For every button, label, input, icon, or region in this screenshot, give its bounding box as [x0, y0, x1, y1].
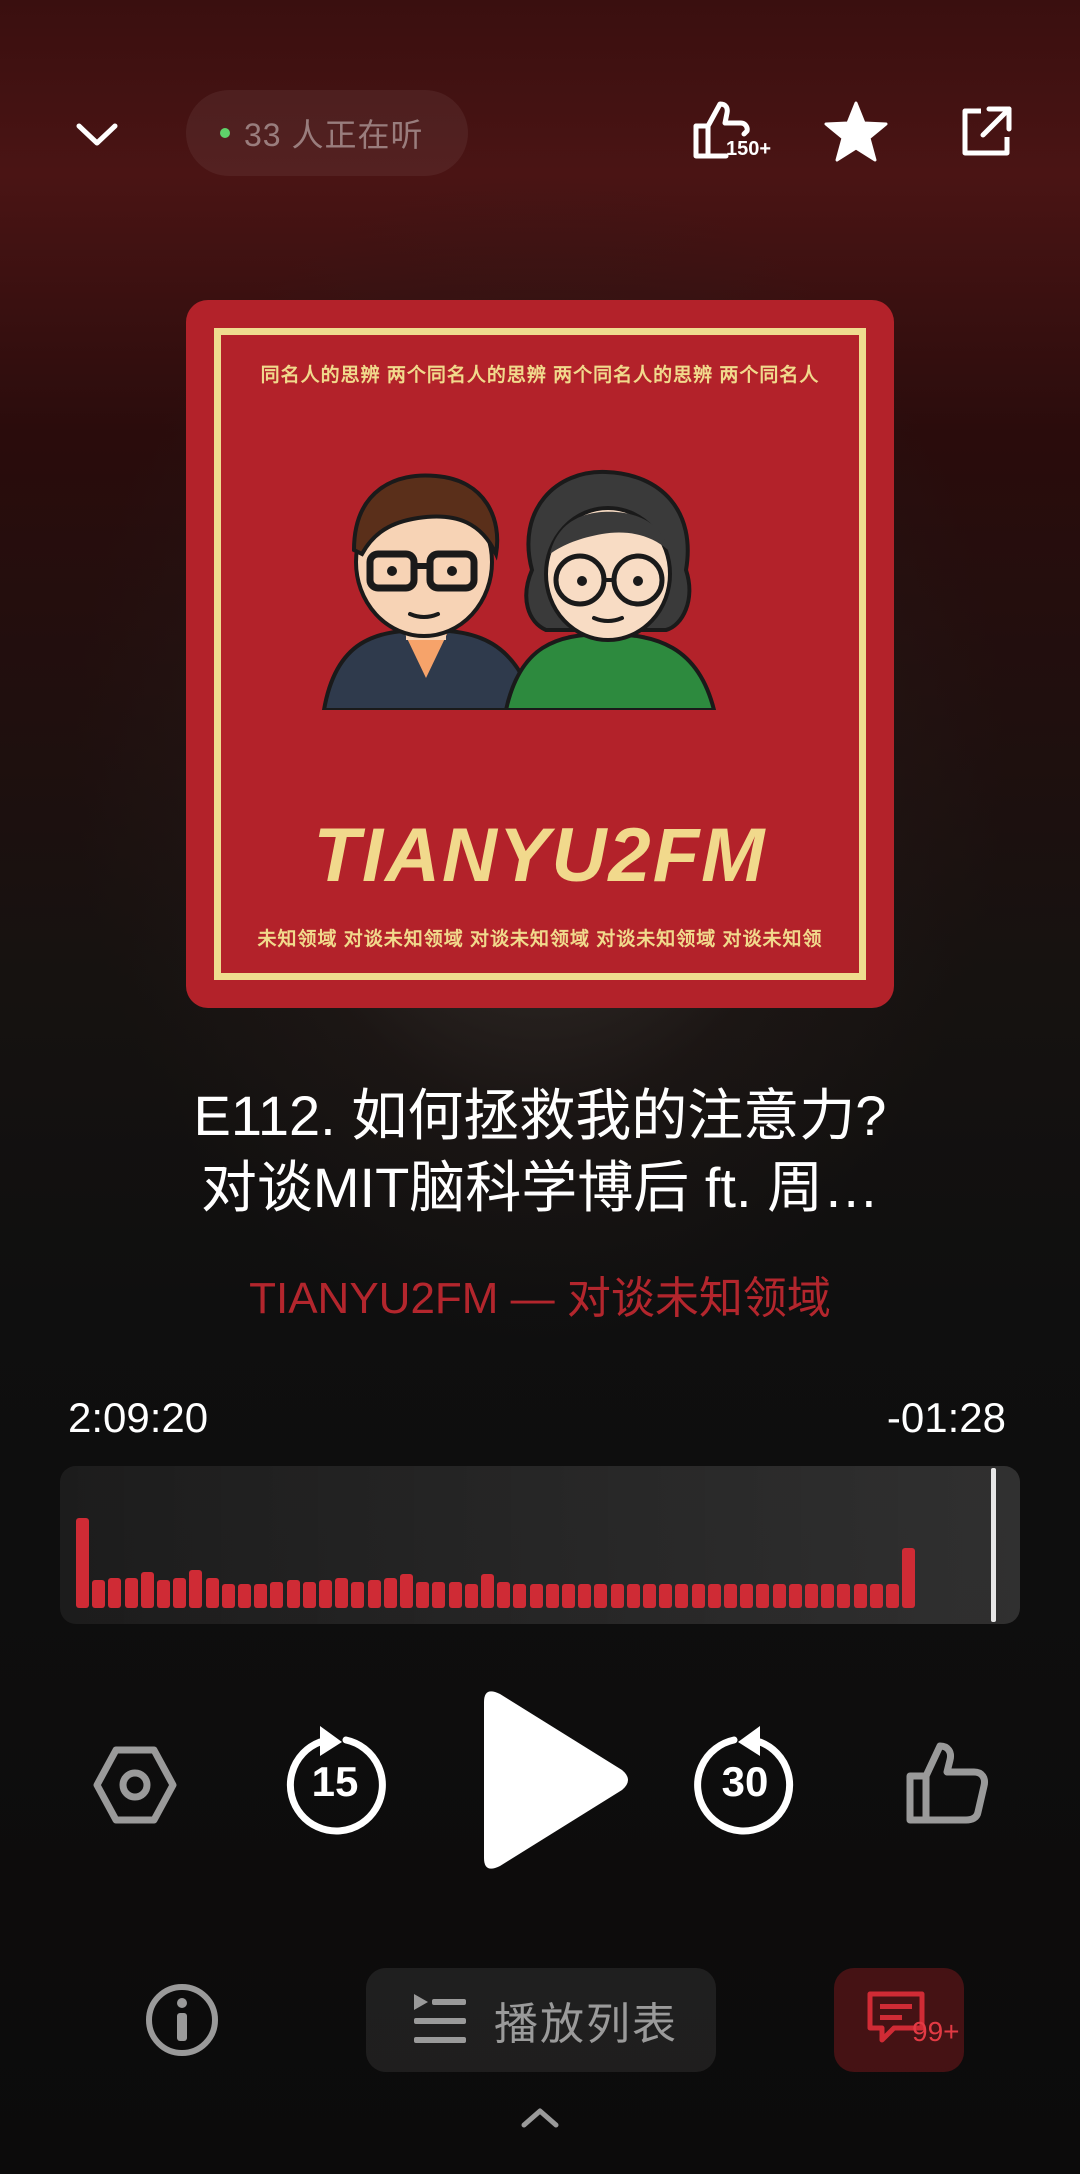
waveform-bar [886, 1584, 899, 1608]
remaining-time: -01:28 [886, 1394, 1006, 1441]
elapsed-time: 2:09:20 [68, 1394, 209, 1441]
waveform-bar [853, 1584, 867, 1608]
waveform-bar [448, 1582, 462, 1608]
waveform-bar [497, 1582, 511, 1608]
comment-count: 99+ [912, 2016, 960, 2047]
waveform-bar [92, 1580, 106, 1608]
waveform-bar [772, 1584, 786, 1608]
episode-title: E112. 如何拯救我的注意力? 对谈MIT脑科学博后 ft. 周… [70, 1080, 1010, 1224]
waveform-bar [416, 1582, 430, 1608]
waveform-bar [335, 1578, 349, 1608]
waveform-bar [545, 1584, 559, 1608]
live-dot-icon [220, 128, 230, 138]
playlist-label: 播放列表 [494, 2000, 678, 2049]
forward-seconds: 30 [721, 1758, 769, 1805]
waveform-bar [157, 1580, 170, 1608]
waveform-scrubber[interactable] [60, 1466, 1020, 1624]
play-button[interactable] [470, 1680, 640, 1880]
expand-panel-button[interactable] [510, 2098, 570, 2138]
hosts-illustration [321, 469, 717, 710]
waveform-bar [270, 1582, 284, 1608]
episode-title-line2: 对谈MIT脑科学博后 ft. 周… [200, 1156, 880, 1219]
waveform-bar [367, 1580, 381, 1608]
listeners-badge: 33 人正在听 [186, 90, 468, 176]
play-icon [484, 1691, 628, 1869]
chevron-up-icon [521, 2108, 559, 2128]
waveform-bar [707, 1584, 721, 1608]
waveform-bar [756, 1584, 770, 1608]
waveform-bar [464, 1584, 478, 1608]
waveform-bar [594, 1584, 608, 1608]
waveform-bar [400, 1574, 413, 1608]
waveform-bar [562, 1584, 575, 1608]
share-button[interactable] [946, 92, 1026, 172]
star-icon [824, 101, 888, 162]
collapse-player-button[interactable] [62, 100, 132, 170]
playlist-button[interactable]: 播放列表 [366, 1968, 716, 2072]
thumb-up-icon [906, 1742, 988, 1824]
waveform-bar [626, 1584, 640, 1608]
waveform-bar [691, 1584, 705, 1608]
waveform-bar [108, 1578, 122, 1608]
recommend-count: 150+ [726, 138, 772, 160]
share-external-icon [962, 106, 1012, 156]
waveform-bar [319, 1580, 332, 1608]
hexagon-settings-icon [93, 1746, 177, 1824]
waveform-bar [140, 1572, 154, 1608]
playback-settings-button[interactable] [90, 1740, 180, 1830]
waveform-bar [675, 1584, 689, 1608]
rewind-button[interactable]: 15 [280, 1720, 390, 1840]
waveform-bar [173, 1578, 187, 1608]
waveform-bar [286, 1580, 300, 1608]
waveform-bar [740, 1584, 754, 1608]
waveform-bar [578, 1584, 592, 1608]
waveform-bar [189, 1570, 203, 1608]
waveform-bar [869, 1584, 883, 1608]
cover-brand-logo: TIANYU2FM [313, 813, 767, 898]
info-icon [146, 1984, 218, 2056]
waveform-bar [238, 1584, 251, 1608]
waveform-bar [351, 1582, 365, 1608]
waveform-bar [821, 1584, 835, 1608]
podcast-cover-art: 同名人的思辨 两个同名人的思辨 两个同名人的思辨 两个同名人 TIANYU2FM… [186, 300, 894, 1008]
waveform-bar [481, 1574, 494, 1608]
cover-bottom-text: 未知领域 对谈未知领域 对谈未知领域 对谈未知领域 对谈未知领 [257, 929, 823, 950]
waveform-bar [659, 1584, 673, 1608]
listeners-text: 33 人正在听 [244, 117, 424, 153]
waveform-bar [610, 1584, 624, 1608]
waveform-bar [805, 1584, 818, 1608]
waveform-bar [205, 1578, 219, 1608]
waveform-bar [383, 1578, 397, 1608]
forward-button[interactable]: 30 [690, 1720, 800, 1840]
recommend-button[interactable]: 150+ [686, 92, 786, 172]
waveform-bar [724, 1584, 737, 1608]
waveform-bar [837, 1584, 851, 1608]
waveform-bar [124, 1578, 138, 1608]
waveform-bar [254, 1584, 268, 1608]
waveform-bar [432, 1582, 446, 1608]
cover-top-text: 同名人的思辨 两个同名人的思辨 两个同名人的思辨 两个同名人 [260, 365, 820, 386]
like-button[interactable] [900, 1736, 994, 1830]
favorite-button[interactable] [816, 92, 896, 172]
playhead-cursor[interactable] [991, 1468, 996, 1622]
waveform-bar [902, 1548, 916, 1608]
waveform-bar [513, 1584, 527, 1608]
comments-button[interactable]: 99+ [834, 1968, 964, 2072]
chevron-down-icon [76, 123, 118, 146]
waveform-bar [221, 1584, 235, 1608]
episode-title-line1: E112. 如何拯救我的注意力? [193, 1084, 887, 1147]
episode-info-button[interactable] [142, 1980, 222, 2060]
waveform-bar [302, 1582, 316, 1608]
playlist-icon [414, 1994, 466, 2043]
show-name-link[interactable]: TIANYU2FM — 对谈未知领域 [60, 1262, 1020, 1326]
waveform-bar [643, 1584, 656, 1608]
waveform-bar [529, 1584, 543, 1608]
waveform-bar [76, 1518, 89, 1608]
waveform-bar [788, 1584, 802, 1608]
rewind-seconds: 15 [311, 1758, 359, 1805]
